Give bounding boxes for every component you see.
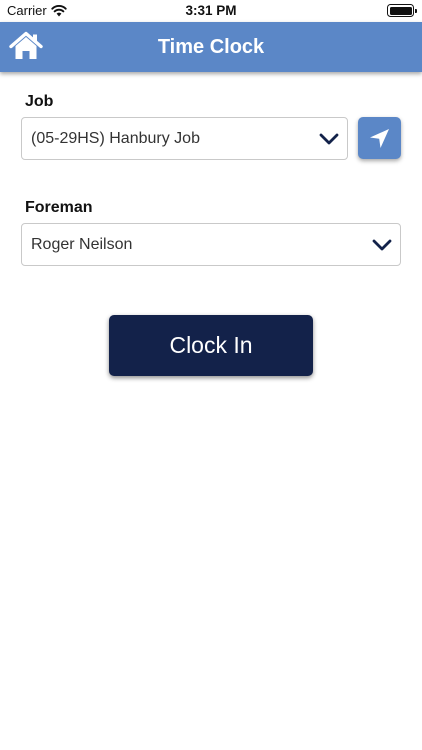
foreman-label: Foreman — [25, 199, 93, 216]
battery-icon — [387, 4, 417, 17]
job-label: Job — [25, 93, 54, 110]
foreman-selected-value: Roger Neilson — [31, 236, 133, 253]
chevron-down-icon — [319, 133, 339, 145]
nav-bar: Time Clock — [0, 22, 422, 72]
page-title: Time Clock — [157, 36, 265, 58]
navigation-arrow-icon — [370, 129, 389, 148]
foreman-select[interactable]: Roger Neilson — [21, 223, 401, 266]
use-location-button[interactable] — [358, 117, 401, 159]
status-bar: Carrier 3:31 PM — [0, 0, 422, 22]
chevron-down-icon — [372, 239, 392, 251]
clock-in-button[interactable]: Clock In — [109, 315, 313, 376]
status-time: 3:31 PM — [185, 3, 237, 18]
job-select[interactable]: (05-29HS) Hanbury Job — [21, 117, 348, 160]
job-selected-value: (05-29HS) Hanbury Job — [31, 130, 200, 147]
